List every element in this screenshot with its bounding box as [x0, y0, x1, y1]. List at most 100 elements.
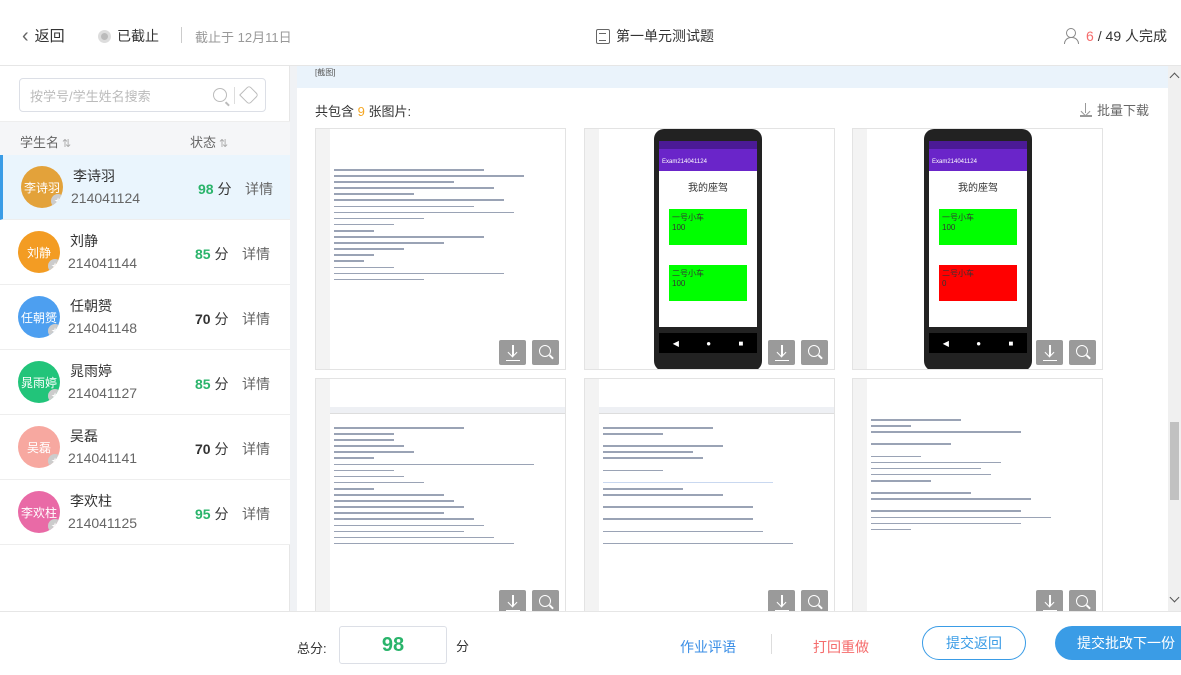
student-search-input[interactable]: [30, 86, 200, 106]
assignment-title-text: 第一单元测试题: [616, 28, 714, 44]
column-header-name[interactable]: 学生名 ⇅: [20, 132, 71, 151]
search-icon[interactable]: [213, 88, 227, 102]
divider: [181, 27, 182, 43]
assignment-title: 第一单元测试题: [596, 26, 714, 46]
student-id: 214041124: [71, 190, 141, 206]
status-label: 已截止: [117, 28, 159, 44]
avatar: 任朝赟 ★: [18, 296, 60, 338]
zoom-icon[interactable]: [1069, 340, 1096, 365]
student-name: 李诗羽: [73, 168, 115, 184]
image-thumbnail[interactable]: [315, 128, 566, 370]
student-score: 85 分: [195, 246, 229, 262]
image-thumbnail[interactable]: [315, 378, 566, 611]
zoom-icon[interactable]: [532, 340, 559, 365]
phone-screenshot: Exam214041124 我的座驾 一号小车 100 二号小车 0 ◀ ● ■: [924, 129, 1032, 369]
scroll-up-icon[interactable]: [1169, 72, 1180, 83]
student-row[interactable]: 任朝赟 ★ 任朝赟 214041148 70 分 详情: [0, 285, 290, 350]
star-icon: ★: [48, 324, 60, 338]
total-score-input[interactable]: [340, 627, 446, 663]
avatar: 晁雨婷 ★: [18, 361, 60, 403]
download-icon: [1079, 102, 1092, 117]
scroll-down-icon[interactable]: [1169, 592, 1180, 603]
download-icon[interactable]: [768, 340, 795, 365]
divider: [234, 87, 235, 104]
student-id: 214041127: [68, 385, 138, 401]
reject-link[interactable]: 打回重做: [813, 637, 869, 657]
code-screenshot: [334, 169, 524, 285]
car-box: 一号小车 100: [669, 209, 747, 245]
student-row[interactable]: 吴磊 ★ 吴磊 214041141 70 分 详情: [0, 415, 290, 480]
deadline-text: 截止于 12月11日: [195, 30, 292, 45]
star-icon: ★: [48, 519, 60, 533]
download-icon[interactable]: [499, 340, 526, 365]
car-box: 二号小车 100: [669, 265, 747, 301]
image-thumbnail[interactable]: Exam214041124 我的座驾 一号小车 100 二号小车 100 ◀ ● ■: [584, 128, 835, 370]
student-score: 98 分: [198, 181, 232, 197]
app-bar: Exam214041124: [929, 149, 1027, 171]
student-score: 70 分: [195, 311, 229, 327]
grading-bar: 总分: 分 作业评语 打回重做 提交返回 提交批改下一份: [0, 611, 1181, 675]
download-icon[interactable]: [1036, 590, 1063, 611]
student-score: 70 分: [195, 441, 229, 457]
sort-icon[interactable]: ⇅: [219, 138, 228, 150]
zoom-icon[interactable]: [532, 590, 559, 611]
sort-icon[interactable]: ⇅: [62, 138, 71, 150]
scroll-thumb[interactable]: [1170, 422, 1179, 500]
student-list: 李诗羽 ★ 李诗羽 214041124 98 分 详情 刘静 ★ 刘静 214041…: [0, 155, 290, 545]
student-id: 214041144: [68, 255, 138, 271]
student-row[interactable]: 李诗羽 ★ 李诗羽 214041124 98 分 详情: [0, 155, 290, 220]
detail-link[interactable]: 详情: [242, 374, 270, 394]
strip-text: [截图]: [315, 68, 336, 77]
image-thumbnail[interactable]: Exam214041124 我的座驾 一号小车 100 二号小车 0 ◀ ● ■: [852, 128, 1103, 370]
submit-next-button[interactable]: 提交批改下一份: [1055, 626, 1181, 660]
student-row[interactable]: 李欢柱 ★ 李欢柱 214041125 95 分 详情: [0, 480, 290, 545]
evaluate-link[interactable]: 作业评语: [680, 637, 736, 657]
zoom-icon[interactable]: [801, 590, 828, 611]
avatar: 李欢柱 ★: [18, 491, 60, 533]
submission-panel: [截图] 共包含 9 张图片: 批量下载 Exam214041124 我的座驾 …: [297, 66, 1169, 611]
column-header-status[interactable]: 状态 ⇅: [190, 132, 228, 151]
detail-link[interactable]: 详情: [242, 504, 270, 524]
student-row[interactable]: 刘静 ★ 刘静 214041144 85 分 详情: [0, 220, 290, 285]
vertical-scrollbar[interactable]: [1168, 66, 1181, 611]
image-thumbnail[interactable]: [852, 378, 1103, 611]
back-label: 返回: [34, 28, 65, 45]
back-button[interactable]: ‹ 返回: [22, 25, 65, 46]
download-icon[interactable]: [499, 590, 526, 611]
download-icon[interactable]: [768, 590, 795, 611]
star-icon: ★: [48, 454, 60, 468]
top-bar: ‹ 返回 已截止 截止于 12月11日 第一单元测试题 6 / 49 人完成: [0, 0, 1181, 66]
code-screenshot: [603, 427, 793, 549]
status-indicator: 已截止: [98, 26, 159, 46]
student-sidebar: 学生名⇅ 状态⇅ 李诗羽★ 李诗羽 214041124 98 分 详情 刘静★ …: [0, 66, 290, 611]
image-count: 共包含 9 张图片:: [315, 104, 412, 119]
document-icon: [596, 28, 610, 44]
total-score-label: 总分:: [297, 641, 327, 656]
detail-link[interactable]: 详情: [242, 244, 270, 264]
detail-link[interactable]: 详情: [245, 179, 273, 199]
student-id: 214041125: [68, 515, 138, 531]
download-icon[interactable]: [1036, 340, 1063, 365]
app-title: 我的座驾: [958, 183, 998, 194]
student-score: 85 分: [195, 376, 229, 392]
detail-link[interactable]: 详情: [242, 439, 270, 459]
stop-circle-icon: [98, 29, 111, 43]
car-box: 二号小车 0: [939, 265, 1017, 301]
avatar: 刘静 ★: [18, 231, 60, 273]
student-name: 李欢柱: [70, 493, 112, 509]
student-row[interactable]: 晁雨婷 ★ 晁雨婷 214041127 85 分 详情: [0, 350, 290, 415]
student-id: 214041148: [68, 320, 138, 336]
student-search-box: [19, 78, 266, 112]
tag-icon[interactable]: [239, 85, 259, 105]
image-thumbnail[interactable]: [584, 378, 835, 611]
zoom-icon[interactable]: [801, 340, 828, 365]
people-icon: [1063, 28, 1082, 44]
code-screenshot: [871, 419, 1051, 535]
zoom-icon[interactable]: [1069, 590, 1096, 611]
completion-progress[interactable]: 6 / 49 人完成: [1063, 26, 1167, 46]
submit-return-button[interactable]: 提交返回: [922, 626, 1026, 660]
detail-link[interactable]: 详情: [242, 309, 270, 329]
app-bar: Exam214041124: [659, 149, 757, 171]
star-icon: ★: [48, 259, 60, 273]
bulk-download-button[interactable]: 批量下载: [1079, 100, 1149, 119]
